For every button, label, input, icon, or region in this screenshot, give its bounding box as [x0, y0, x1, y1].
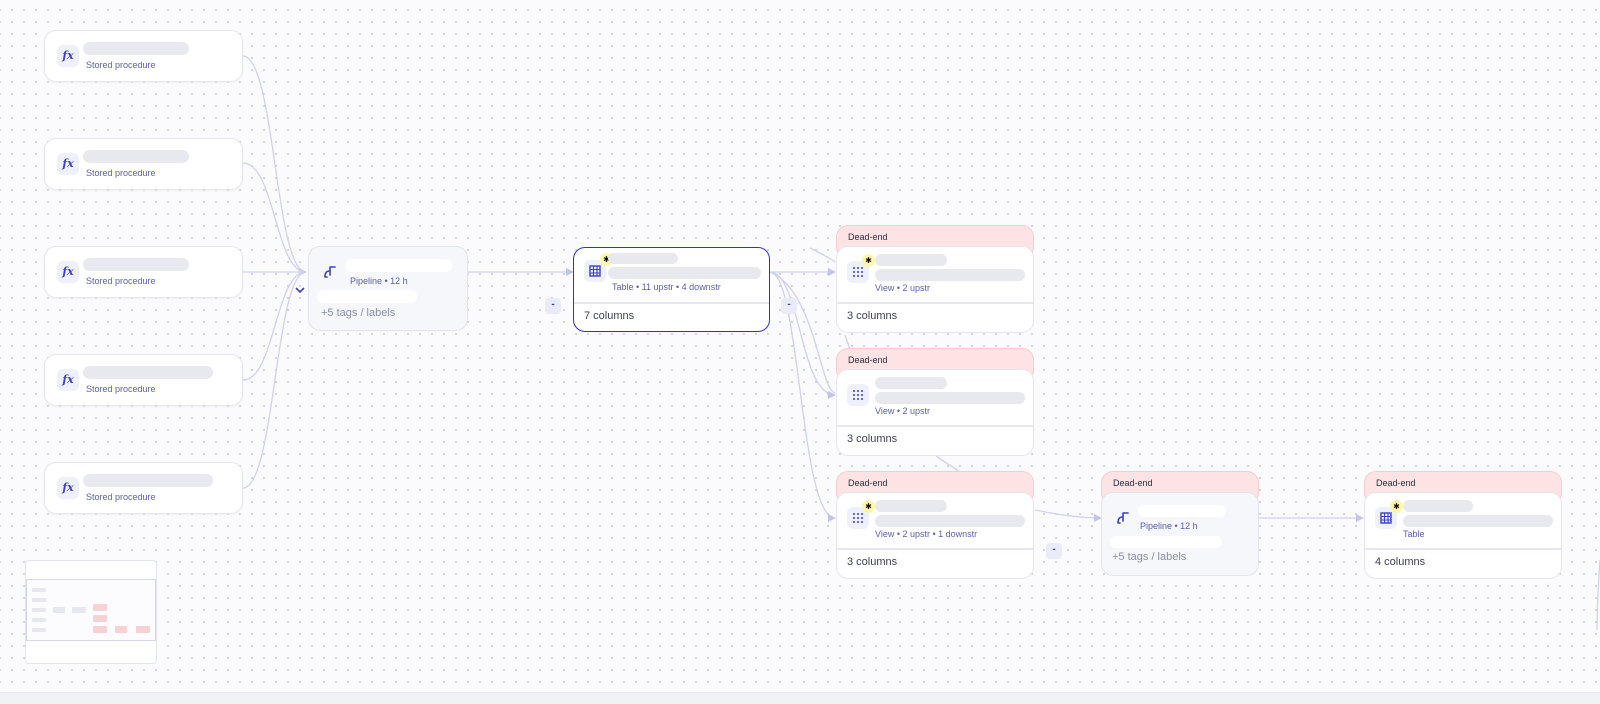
minimap-node	[32, 588, 46, 592]
name-placeholder	[83, 150, 189, 163]
function-icon: fx	[57, 369, 79, 391]
expand-upstream-chevron-icon[interactable]	[292, 283, 308, 297]
minimap-node	[53, 607, 65, 613]
function-icon: fx	[57, 261, 79, 283]
view-meta: View • 2 upstr	[875, 406, 931, 416]
node-type-label: Stored procedure	[86, 384, 156, 394]
table-card[interactable]: ✱ Table 4 columns	[1364, 492, 1562, 579]
bug-badge-icon: ✱	[1390, 500, 1403, 513]
column-count: 7 columns	[584, 310, 635, 322]
minimap-node	[115, 626, 127, 633]
minimap-node	[32, 618, 46, 622]
minimap-node	[136, 626, 150, 633]
tags-summary: +5 tags / labels	[1112, 551, 1187, 563]
divider	[574, 302, 769, 304]
stored-procedure-node[interactable]: fx Stored procedure	[44, 30, 243, 82]
minimap-node	[93, 604, 107, 611]
pipeline-card[interactable]: Pipeline • 12 h +5 tags / labels	[1101, 492, 1259, 576]
view-meta: View • 2 upstr	[875, 283, 931, 293]
bug-badge-icon: ✱	[862, 254, 875, 267]
collapse-button[interactable]: -	[545, 298, 561, 314]
function-icon: fx	[57, 45, 79, 67]
name-placeholder	[1403, 515, 1553, 527]
name-placeholder	[1138, 505, 1226, 517]
name-placeholder	[83, 474, 213, 487]
name-placeholder	[875, 254, 947, 266]
view-meta: View • 2 upstr • 1 downstr	[875, 529, 978, 539]
stored-procedure-node[interactable]: fx Stored procedure	[44, 354, 243, 406]
name-placeholder	[608, 267, 761, 279]
bug-badge-icon: ✱	[862, 500, 875, 513]
pipeline-icon	[1112, 507, 1134, 529]
name-placeholder	[83, 258, 189, 271]
name-placeholder	[345, 259, 452, 272]
divider	[837, 548, 1033, 550]
lineage-canvas[interactable]	[0, 0, 1600, 692]
collapse-button[interactable]: -	[781, 298, 797, 314]
name-placeholder	[875, 377, 947, 389]
minimap-node	[93, 626, 107, 633]
name-placeholder	[875, 392, 1025, 404]
view-node-dead-end[interactable]: Dead-end View • 2 upstr 3 columns	[836, 348, 1034, 456]
minimap-node	[72, 607, 86, 613]
tags-summary: +5 tags / labels	[321, 307, 396, 319]
column-count: 4 columns	[1375, 556, 1426, 568]
view-node-dead-end[interactable]: Dead-end ✱ View • 2 upstr • 1 downstr 3 …	[836, 471, 1034, 579]
node-type-label: Stored procedure	[86, 168, 156, 178]
pipeline-meta: Pipeline • 12 h	[1140, 521, 1198, 531]
collapse-button[interactable]: -	[1046, 543, 1062, 559]
table-meta: Table • 11 upstr • 4 downstr	[612, 282, 721, 292]
divider	[1365, 548, 1561, 550]
divider	[837, 302, 1033, 304]
stored-procedure-node[interactable]: fx Stored procedure	[44, 138, 243, 190]
name-placeholder	[875, 515, 1025, 527]
selected-table-node[interactable]: ✱ Table • 11 upstr • 4 downstr 7 columns	[573, 247, 770, 332]
node-type-label: Stored procedure	[86, 276, 156, 286]
column-count: 3 columns	[847, 310, 898, 322]
stored-procedure-node[interactable]: fx Stored procedure	[44, 462, 243, 514]
node-type-label: Stored procedure	[86, 60, 156, 70]
name-placeholder	[83, 42, 189, 55]
name-placeholder	[1403, 500, 1473, 512]
minimap-node	[93, 615, 107, 622]
minimap[interactable]	[25, 560, 157, 664]
name-placeholder	[83, 366, 213, 379]
pipeline-node-dead-end[interactable]: Dead-end Pipeline • 12 h +5 tags / label…	[1101, 471, 1259, 576]
table-meta: Table	[1403, 529, 1425, 539]
name-placeholder	[608, 253, 678, 264]
divider	[837, 425, 1033, 427]
minimap-node	[32, 598, 46, 602]
name-placeholder	[875, 269, 1025, 281]
table-node-dead-end[interactable]: Dead-end ✱ Table 4 columns	[1364, 471, 1562, 579]
minimap-node	[32, 628, 46, 632]
view-card[interactable]: ✱ View • 2 upstr • 1 downstr 3 columns	[836, 492, 1034, 579]
view-card[interactable]: View • 2 upstr 3 columns	[836, 369, 1034, 456]
view-icon	[847, 384, 869, 406]
view-card[interactable]: ✱ View • 2 upstr 3 columns	[836, 246, 1034, 333]
tag-placeholder	[1110, 536, 1222, 548]
column-count: 3 columns	[847, 433, 898, 445]
bottom-panel-edge	[0, 692, 1600, 704]
pipeline-node[interactable]: Pipeline • 12 h +5 tags / labels	[308, 246, 468, 331]
node-type-label: Stored procedure	[86, 492, 156, 502]
name-placeholder	[875, 500, 947, 512]
pipeline-icon	[319, 261, 341, 283]
tag-placeholder	[317, 290, 417, 303]
function-icon: fx	[57, 477, 79, 499]
column-count: 3 columns	[847, 556, 898, 568]
minimap-node	[32, 608, 46, 612]
function-icon: fx	[57, 153, 79, 175]
pipeline-meta: Pipeline • 12 h	[350, 276, 408, 286]
stored-procedure-node[interactable]: fx Stored procedure	[44, 246, 243, 298]
view-node-dead-end[interactable]: Dead-end ✱ View • 2 upstr 3 columns	[836, 225, 1034, 333]
